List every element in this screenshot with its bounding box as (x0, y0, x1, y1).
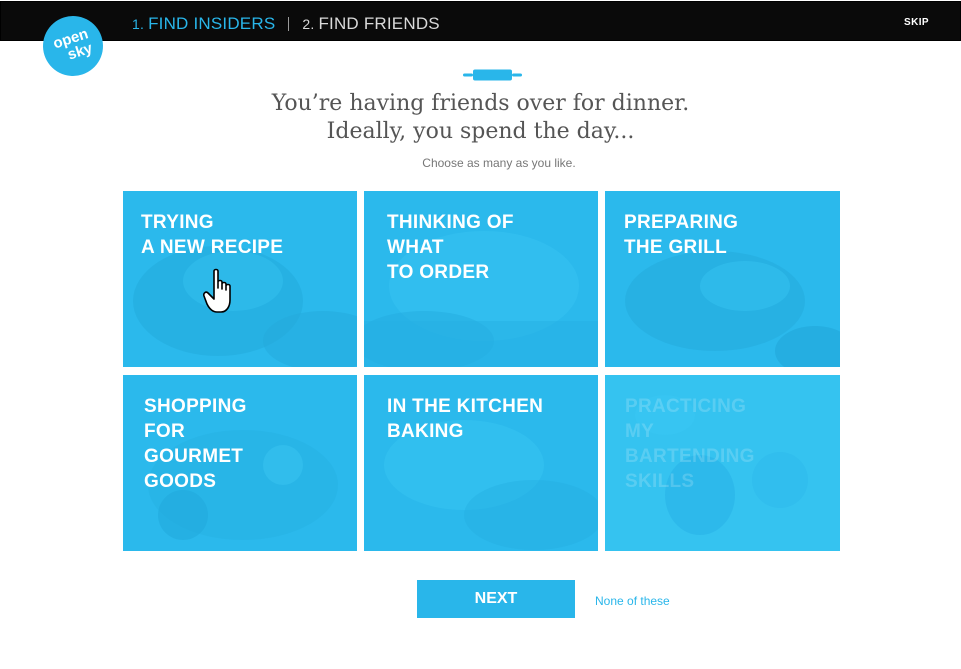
option-label: PREPARING THE GRILL (624, 212, 739, 258)
step-label: FIND FRIENDS (318, 14, 440, 33)
hand-pointer-cursor-icon (203, 268, 231, 313)
step-find-insiders[interactable]: 1. FIND INSIDERS (132, 14, 275, 34)
option-label: TRYING A NEW RECIPE (141, 212, 284, 258)
headline-line-1: You’re having friends over for dinner. (271, 91, 690, 116)
option-label: IN THE KITCHEN BAKING (387, 396, 544, 442)
step-number: 2. (302, 16, 315, 32)
step-label: FIND INSIDERS (148, 14, 276, 33)
rolling-pin-icon (463, 69, 522, 81)
option-tile-baking[interactable]: IN THE KITCHEN BAKING (364, 375, 598, 551)
option-label: PRACTICING MY BARTENDING SKILLS (625, 396, 755, 492)
step-number: 1. (132, 16, 145, 32)
none-of-these-link[interactable]: None of these (595, 594, 670, 608)
option-label: SHOPPING FOR GOURMET GOODS (144, 396, 247, 492)
step-divider (288, 17, 290, 31)
option-tile-gourmet-shopping[interactable]: SHOPPING FOR GOURMET GOODS (123, 375, 357, 551)
instruction-text: Choose as many as you like. (422, 156, 576, 170)
option-label: THINKING OF WHAT TO ORDER (387, 212, 514, 283)
top-nav-bar: 1. FIND INSIDERS 2. FIND FRIENDS SKIP (0, 1, 961, 41)
next-button[interactable]: NEXT (417, 580, 575, 618)
option-tile-bartending[interactable]: PRACTICING MY BARTENDING SKILLS (605, 375, 840, 551)
question-headline: You’re having friends over for dinner. I… (0, 90, 961, 146)
skip-link[interactable]: SKIP (904, 17, 929, 28)
option-tile-grill[interactable]: PREPARING THE GRILL (605, 191, 840, 367)
step-indicator: 1. FIND INSIDERS 2. FIND FRIENDS (132, 14, 440, 34)
headline-line-2: Ideally, you spend the day... (326, 119, 635, 144)
option-tile-order[interactable]: THINKING OF WHAT TO ORDER (364, 191, 598, 367)
step-find-friends[interactable]: 2. FIND FRIENDS (302, 14, 439, 34)
